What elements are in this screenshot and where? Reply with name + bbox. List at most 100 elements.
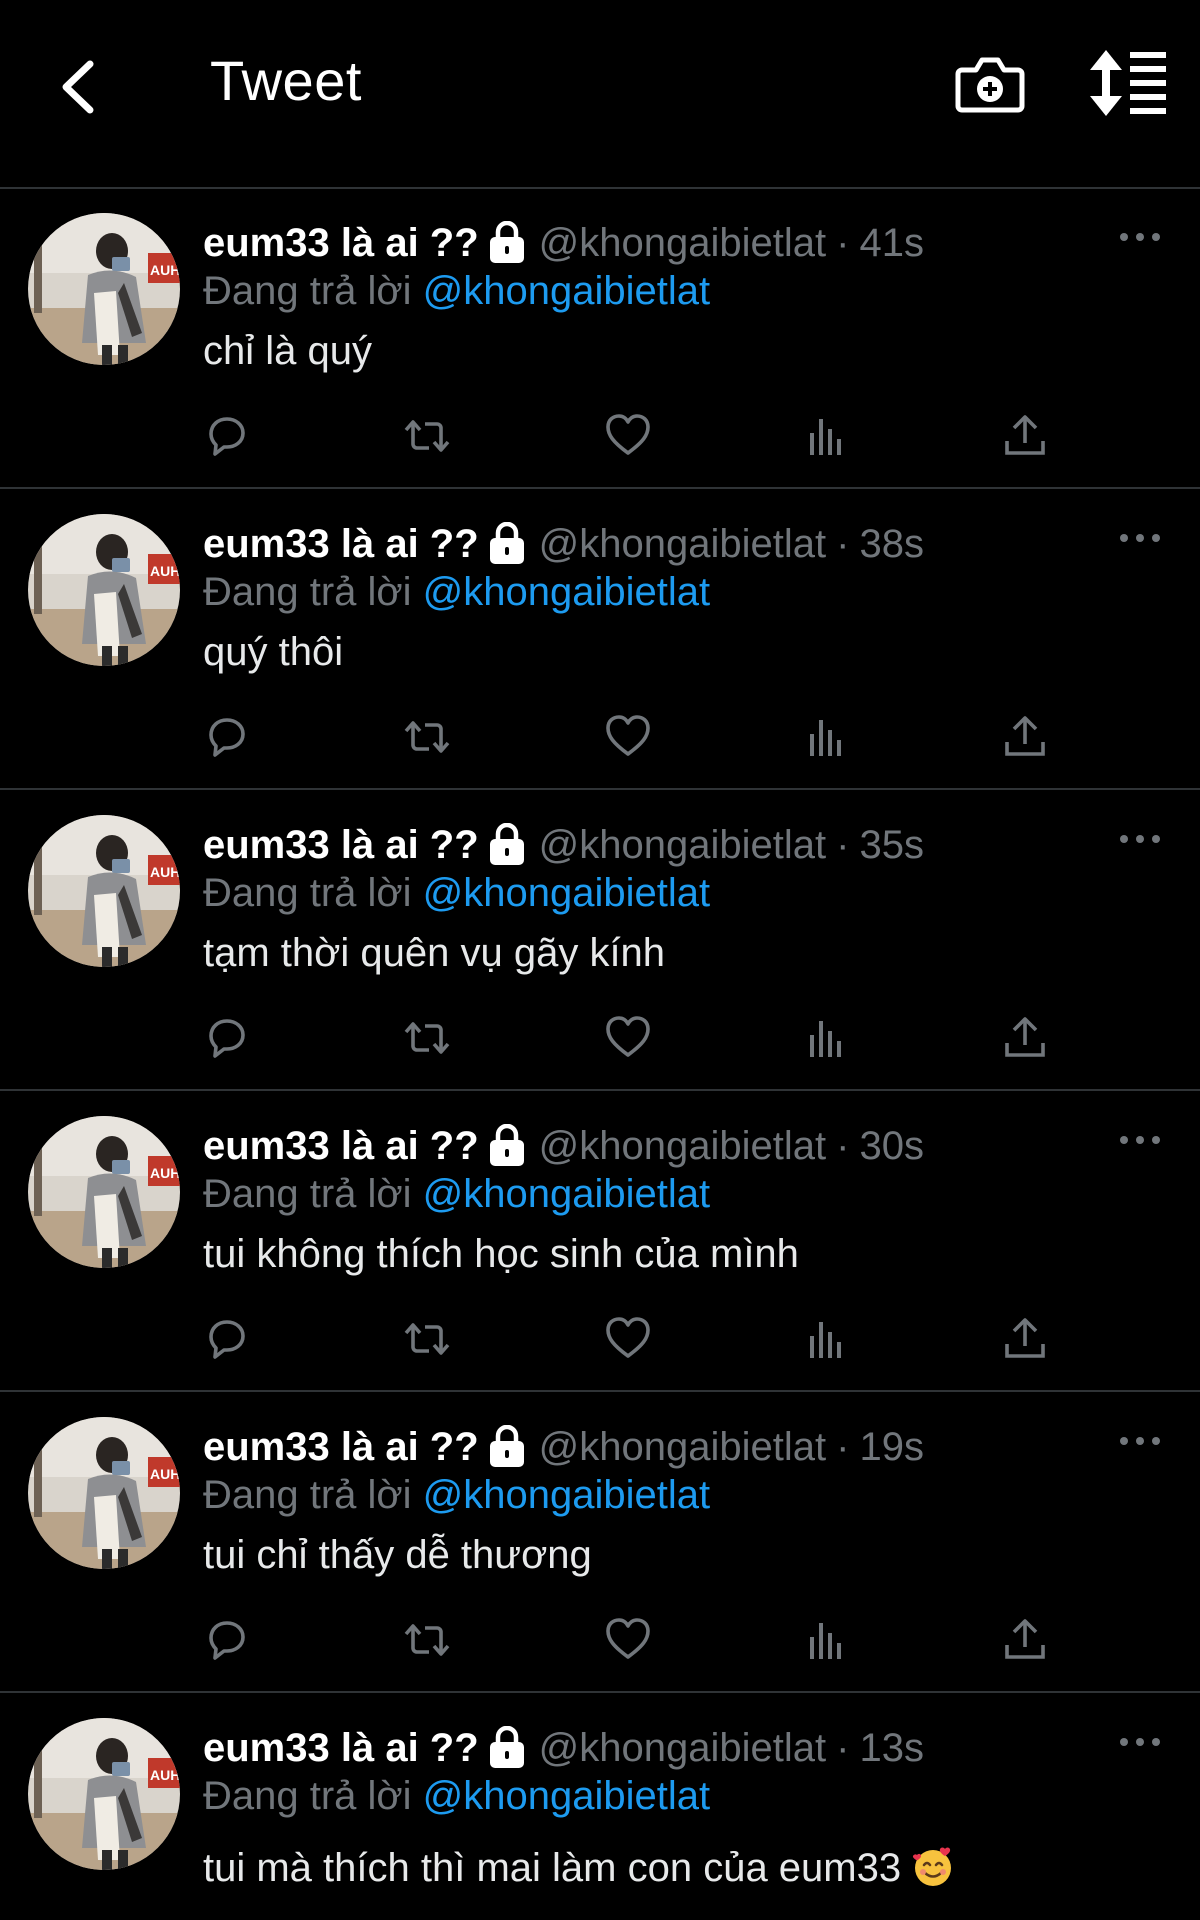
tweet-actions bbox=[200, 1013, 1080, 1063]
reply-icon[interactable] bbox=[202, 1013, 252, 1063]
separator: · bbox=[836, 823, 850, 867]
replying-to-label: Đang trả lời bbox=[203, 871, 412, 915]
analytics-icon[interactable] bbox=[802, 1615, 852, 1665]
retweet-icon[interactable] bbox=[402, 1013, 452, 1063]
tweet-header: eum33 là ai ?? @khongaibietlat · 30s bbox=[203, 1124, 924, 1168]
replying-to-handle[interactable]: @khongaibietlat bbox=[423, 1172, 710, 1216]
share-icon[interactable] bbox=[1000, 1013, 1050, 1063]
replying-to-handle[interactable]: @khongaibietlat bbox=[423, 1774, 710, 1818]
more-icon[interactable] bbox=[1118, 1732, 1162, 1752]
tweet-item[interactable]: eum33 là ai ?? @khongaibietlat · 38s Đan… bbox=[0, 490, 1200, 790]
replying-to-handle[interactable]: @khongaibietlat bbox=[423, 1473, 710, 1517]
reply-context: Đang trả lời @khongaibietlat bbox=[203, 269, 710, 313]
smiling-face-with-hearts-icon bbox=[911, 1845, 955, 1889]
tweet-item[interactable]: eum33 là ai ?? @khongaibietlat · 13s Đan… bbox=[0, 1694, 1200, 1920]
replying-to-label: Đang trả lời bbox=[203, 1774, 412, 1818]
avatar[interactable] bbox=[28, 815, 180, 967]
avatar[interactable] bbox=[28, 213, 180, 365]
replying-to-label: Đang trả lời bbox=[203, 1172, 412, 1216]
tweet-text: tui không thích học sinh của mình bbox=[203, 1232, 799, 1276]
tweet-item[interactable]: eum33 là ai ?? @khongaibietlat · 35s Đan… bbox=[0, 791, 1200, 1091]
avatar[interactable] bbox=[28, 1116, 180, 1268]
page-title: Tweet bbox=[210, 49, 362, 112]
lock-icon bbox=[487, 1425, 527, 1469]
avatar[interactable] bbox=[28, 1417, 180, 1569]
more-icon[interactable] bbox=[1118, 1431, 1162, 1451]
timestamp: 35s bbox=[859, 823, 924, 867]
retweet-icon[interactable] bbox=[402, 1615, 452, 1665]
replying-to-handle[interactable]: @khongaibietlat bbox=[423, 570, 710, 614]
sort-icon[interactable] bbox=[1088, 48, 1168, 118]
tweet-header: eum33 là ai ?? @khongaibietlat · 13s bbox=[203, 1726, 924, 1770]
more-icon[interactable] bbox=[1118, 528, 1162, 548]
username: @khongaibietlat bbox=[538, 1726, 827, 1770]
display-name[interactable]: eum33 là ai ?? bbox=[203, 1726, 479, 1770]
reply-icon[interactable] bbox=[202, 1314, 252, 1364]
retweet-icon[interactable] bbox=[402, 712, 452, 762]
tweet-text: tui mà thích thì mai làm con của eum33 bbox=[203, 1844, 955, 1892]
more-icon[interactable] bbox=[1118, 1130, 1162, 1150]
like-icon[interactable] bbox=[603, 712, 653, 762]
username: @khongaibietlat bbox=[538, 1425, 827, 1469]
reply-icon[interactable] bbox=[202, 411, 252, 461]
tweet-item[interactable]: eum33 là ai ?? @khongaibietlat · 41s Đan… bbox=[0, 189, 1200, 489]
like-icon[interactable] bbox=[603, 1615, 653, 1665]
more-icon[interactable] bbox=[1118, 829, 1162, 849]
retweet-icon[interactable] bbox=[402, 411, 452, 461]
reply-context: Đang trả lời @khongaibietlat bbox=[203, 871, 710, 915]
analytics-icon[interactable] bbox=[802, 712, 852, 762]
chevron-left-icon[interactable] bbox=[38, 44, 124, 130]
tweet-item[interactable]: eum33 là ai ?? @khongaibietlat · 19s Đan… bbox=[0, 1393, 1200, 1693]
share-icon[interactable] bbox=[1000, 712, 1050, 762]
share-icon[interactable] bbox=[1000, 411, 1050, 461]
display-name[interactable]: eum33 là ai ?? bbox=[203, 1124, 479, 1168]
reply-context: Đang trả lời @khongaibietlat bbox=[203, 1172, 710, 1216]
tweet-text: quý thôi bbox=[203, 630, 344, 674]
reply-icon[interactable] bbox=[202, 1615, 252, 1665]
tweet-header: eum33 là ai ?? @khongaibietlat · 19s bbox=[203, 1425, 924, 1469]
username: @khongaibietlat bbox=[538, 522, 827, 566]
tweet-divider bbox=[0, 1089, 1200, 1091]
avatar[interactable] bbox=[28, 1718, 180, 1870]
like-icon[interactable] bbox=[603, 1013, 653, 1063]
reply-context: Đang trả lời @khongaibietlat bbox=[203, 570, 710, 614]
more-icon[interactable] bbox=[1118, 227, 1162, 247]
display-name[interactable]: eum33 là ai ?? bbox=[203, 221, 479, 265]
separator: · bbox=[836, 1726, 850, 1770]
replying-to-label: Đang trả lời bbox=[203, 1473, 412, 1517]
separator: · bbox=[836, 522, 850, 566]
lock-icon bbox=[487, 1726, 527, 1770]
tweet-text: chỉ là quý bbox=[203, 329, 372, 373]
timestamp: 41s bbox=[859, 221, 924, 265]
tweet-item[interactable]: eum33 là ai ?? @khongaibietlat · 30s Đan… bbox=[0, 1092, 1200, 1392]
display-name[interactable]: eum33 là ai ?? bbox=[203, 1425, 479, 1469]
lock-icon bbox=[487, 221, 527, 265]
analytics-icon[interactable] bbox=[802, 1314, 852, 1364]
retweet-icon[interactable] bbox=[402, 1314, 452, 1364]
replying-to-handle[interactable]: @khongaibietlat bbox=[423, 871, 710, 915]
reply-context: Đang trả lời @khongaibietlat bbox=[203, 1473, 710, 1517]
lock-icon bbox=[487, 522, 527, 566]
replying-to-handle[interactable]: @khongaibietlat bbox=[423, 269, 710, 313]
tweet-divider bbox=[0, 487, 1200, 489]
share-icon[interactable] bbox=[1000, 1314, 1050, 1364]
timestamp: 13s bbox=[859, 1726, 924, 1770]
tweet-divider bbox=[0, 1691, 1200, 1693]
share-icon[interactable] bbox=[1000, 1615, 1050, 1665]
display-name[interactable]: eum33 là ai ?? bbox=[203, 823, 479, 867]
username: @khongaibietlat bbox=[538, 1124, 827, 1168]
camera-add-icon[interactable] bbox=[952, 46, 1028, 122]
avatar[interactable] bbox=[28, 514, 180, 666]
display-name[interactable]: eum33 là ai ?? bbox=[203, 522, 479, 566]
like-icon[interactable] bbox=[603, 1314, 653, 1364]
reply-icon[interactable] bbox=[202, 712, 252, 762]
lock-icon bbox=[487, 823, 527, 867]
tweet-text: tạm thời quên vụ gãy kính bbox=[203, 931, 666, 975]
username: @khongaibietlat bbox=[538, 221, 827, 265]
timestamp: 30s bbox=[859, 1124, 924, 1168]
analytics-icon[interactable] bbox=[802, 411, 852, 461]
like-icon[interactable] bbox=[603, 411, 653, 461]
separator: · bbox=[836, 221, 850, 265]
analytics-icon[interactable] bbox=[802, 1013, 852, 1063]
top-bar: Tweet bbox=[0, 0, 1200, 189]
